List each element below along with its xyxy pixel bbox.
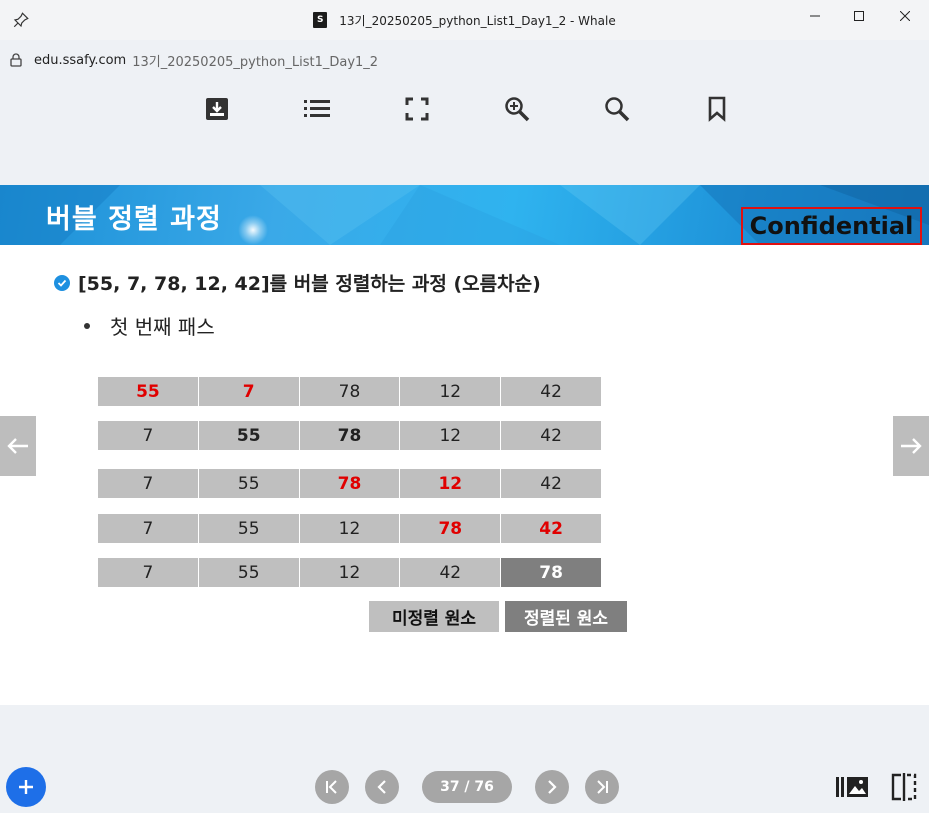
page-indicator[interactable]: 37 / 76 xyxy=(422,771,512,803)
bottom-bar: 37 / 76 xyxy=(0,705,929,813)
chevron-right-icon xyxy=(548,780,557,794)
table-row: 7 55 12 42 78 xyxy=(98,558,601,587)
table-cell: 7 xyxy=(98,421,198,450)
table-cell: 55 xyxy=(198,558,299,587)
legend-sorted: 정렬된 원소 xyxy=(505,601,627,632)
table-cell: 12 xyxy=(299,558,400,587)
table-cell: 42 xyxy=(501,377,601,406)
table-row: 7 55 78 12 42 xyxy=(98,469,601,498)
main-bullet-text: [55, 7, 78, 12, 42]를 버블 정렬하는 과정 (오름차순) xyxy=(78,273,541,295)
table-cell: 12 xyxy=(400,421,501,450)
bookmark-button[interactable] xyxy=(702,94,732,124)
title-bar: S 13기_20250205_python_List1_Day1_2 - Wha… xyxy=(0,0,929,40)
table-cell: 42 xyxy=(501,514,601,543)
split-view-icon xyxy=(891,773,917,801)
maximize-button[interactable] xyxy=(836,0,882,32)
fullscreen-button[interactable] xyxy=(402,94,432,124)
viewer-toolbar xyxy=(0,80,929,185)
table-cell: 12 xyxy=(400,377,501,406)
sub-bullet-text: 첫 번째 패스 xyxy=(110,315,215,339)
arrow-right-icon xyxy=(901,438,922,454)
toc-button[interactable] xyxy=(302,94,332,124)
download-icon xyxy=(206,98,228,120)
maximize-icon xyxy=(854,11,864,21)
table-cell: 7 xyxy=(98,558,198,587)
slide-title: 버블 정렬 과정 xyxy=(46,204,222,235)
gallery-view-button[interactable] xyxy=(836,771,868,803)
fullscreen-icon xyxy=(405,97,429,121)
main-bullet: [55, 7, 78, 12, 42]를 버블 정렬하는 과정 (오름차순) xyxy=(54,269,541,296)
table-cell: 78 xyxy=(299,421,400,450)
close-icon xyxy=(900,11,910,21)
last-page-icon xyxy=(597,780,608,794)
tab-favicon: S xyxy=(313,12,328,28)
prev-page-arrow[interactable] xyxy=(0,416,36,476)
arrow-left-icon xyxy=(7,438,28,454)
table-cell: 12 xyxy=(299,514,400,543)
legend-unsorted: 미정렬 원소 xyxy=(369,601,499,632)
gallery-icon xyxy=(836,777,868,797)
zoom-in-icon xyxy=(505,97,530,122)
plus-icon xyxy=(19,780,33,794)
prev-page-button[interactable] xyxy=(365,770,399,804)
search-icon xyxy=(605,97,630,122)
table-cell: 7 xyxy=(98,469,198,498)
table-cell: 42 xyxy=(501,421,601,450)
first-page-button[interactable] xyxy=(315,770,349,804)
table-cell: 12 xyxy=(400,469,501,498)
minimize-button[interactable] xyxy=(792,0,838,32)
split-view-button[interactable] xyxy=(888,771,920,803)
table-cell: 7 xyxy=(198,377,299,406)
bullet-dot xyxy=(84,322,90,329)
slide-page: 버블 정렬 과정 Confidential [55, 7, 78, 12, 42… xyxy=(0,185,929,705)
url-host: edu.ssafy.com xyxy=(34,52,127,68)
lock-icon[interactable] xyxy=(10,53,22,67)
table-cell: 78 xyxy=(299,377,400,406)
url-path: 13기_20250205_python_List1_Day1_2 xyxy=(132,54,379,70)
table-cell: 55 xyxy=(198,421,299,450)
table-cell: 42 xyxy=(501,469,601,498)
next-page-arrow[interactable] xyxy=(893,416,929,476)
table-cell: 78 xyxy=(501,558,601,587)
download-button[interactable] xyxy=(202,94,232,124)
slide-banner: 버블 정렬 과정 Confidential xyxy=(0,185,929,245)
table-cell: 55 xyxy=(98,377,198,406)
table-row: 7 55 78 12 42 xyxy=(98,421,601,450)
minimize-icon xyxy=(810,15,820,17)
table-cell: 78 xyxy=(400,514,501,543)
table-cell: 42 xyxy=(400,558,501,587)
window-title: 13기_20250205_python_List1_Day1_2 - Whale xyxy=(339,13,616,28)
close-button[interactable] xyxy=(882,0,928,32)
table-cell: 78 xyxy=(299,469,400,498)
add-button[interactable] xyxy=(6,767,46,807)
bookmark-icon xyxy=(708,96,726,122)
table-row: 7 55 12 78 42 xyxy=(98,514,601,543)
first-page-icon xyxy=(326,780,337,794)
last-page-button[interactable] xyxy=(585,770,619,804)
zoom-in-button[interactable] xyxy=(502,94,532,124)
table-cell: 55 xyxy=(198,469,299,498)
table-row: 55 7 78 12 42 xyxy=(98,377,601,406)
chevron-left-icon xyxy=(377,780,386,794)
sub-bullet: 첫 번째 패스 xyxy=(84,311,215,340)
confidential-label: Confidential xyxy=(741,207,922,245)
search-button[interactable] xyxy=(602,94,632,124)
banner-glow xyxy=(238,215,268,245)
table-cell: 7 xyxy=(98,514,198,543)
list-icon xyxy=(304,100,330,117)
address-bar[interactable]: edu.ssafy.com 13기_20250205_python_List1_… xyxy=(0,40,929,80)
next-page-button[interactable] xyxy=(535,770,569,804)
table-cell: 55 xyxy=(198,514,299,543)
check-circle-icon xyxy=(54,274,70,291)
